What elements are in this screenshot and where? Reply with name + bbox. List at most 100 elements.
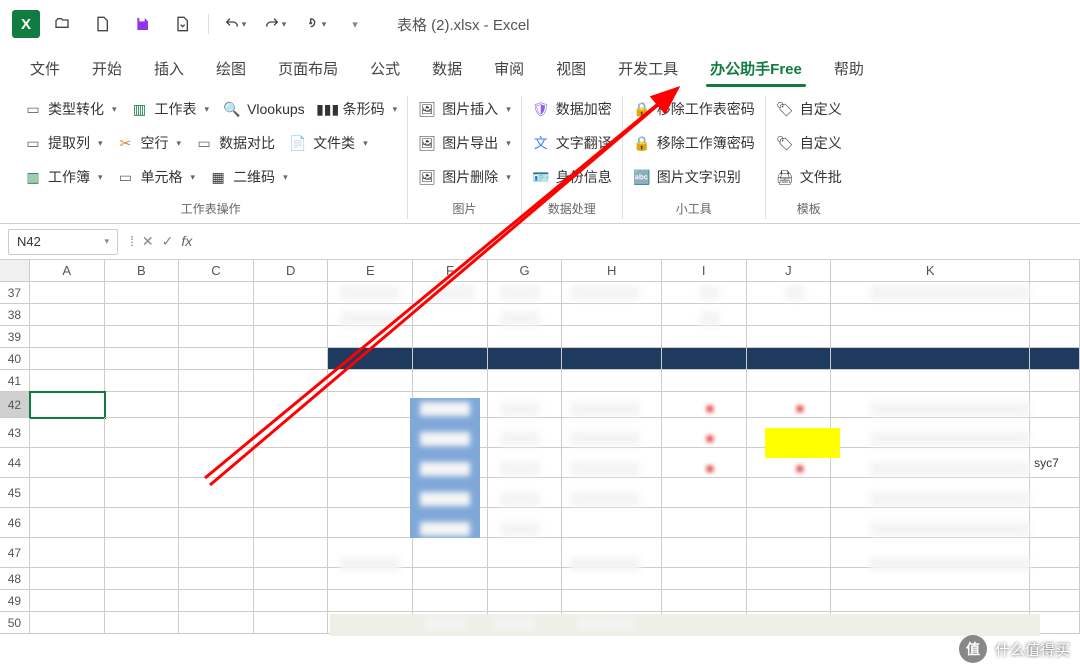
- cell[interactable]: [328, 370, 413, 392]
- cell[interactable]: [30, 282, 105, 304]
- cancel-icon[interactable]: ✕: [142, 233, 154, 250]
- cell[interactable]: [179, 612, 254, 634]
- row-header[interactable]: 48: [0, 568, 30, 590]
- cell[interactable]: [662, 370, 747, 392]
- cell[interactable]: [105, 568, 180, 590]
- cell[interactable]: [413, 448, 488, 478]
- cell[interactable]: [562, 282, 662, 304]
- open-icon[interactable]: [48, 10, 76, 38]
- undo-icon[interactable]: ▾: [221, 10, 249, 38]
- select-all-corner[interactable]: [0, 260, 30, 282]
- cell[interactable]: [105, 304, 180, 326]
- cell[interactable]: [562, 448, 662, 478]
- cell[interactable]: [30, 590, 105, 612]
- cell[interactable]: [105, 348, 180, 370]
- cell[interactable]: [662, 590, 747, 612]
- file-batch-button[interactable]: 🖨文件批: [776, 167, 842, 187]
- cell[interactable]: [30, 370, 105, 392]
- cell[interactable]: [831, 370, 1030, 392]
- cell[interactable]: [30, 478, 105, 508]
- cell[interactable]: [179, 392, 254, 418]
- extract-col-button[interactable]: ▭提取列▾: [24, 133, 103, 153]
- tab-layout[interactable]: 页面布局: [262, 50, 354, 87]
- col-header[interactable]: B: [105, 260, 180, 282]
- cell[interactable]: [254, 448, 329, 478]
- cell[interactable]: [105, 590, 180, 612]
- cell[interactable]: [328, 448, 413, 478]
- cell[interactable]: [662, 568, 747, 590]
- table-row[interactable]: 38: [0, 304, 1080, 326]
- cell[interactable]: [105, 392, 180, 418]
- cell[interactable]: [562, 348, 662, 370]
- workbook-button[interactable]: ▥工作簿▾: [24, 167, 103, 187]
- new-file-icon[interactable]: [88, 10, 116, 38]
- cell[interactable]: [662, 348, 747, 370]
- row-header[interactable]: 50: [0, 612, 30, 634]
- row-header[interactable]: 44: [0, 448, 30, 478]
- cell[interactable]: [30, 508, 105, 538]
- cell[interactable]: [831, 538, 1030, 568]
- cell[interactable]: [254, 326, 329, 348]
- confirm-icon[interactable]: ✓: [162, 233, 174, 250]
- cell[interactable]: [662, 326, 747, 348]
- cell[interactable]: [662, 538, 747, 568]
- table-row[interactable]: 45: [0, 478, 1080, 508]
- cell[interactable]: [488, 282, 563, 304]
- cell[interactable]: [179, 326, 254, 348]
- cell[interactable]: [747, 282, 832, 304]
- table-row[interactable]: 37: [0, 282, 1080, 304]
- row-header[interactable]: 46: [0, 508, 30, 538]
- cell[interactable]: [328, 392, 413, 418]
- cell[interactable]: [30, 418, 105, 448]
- col-header[interactable]: C: [179, 260, 254, 282]
- cell[interactable]: [328, 590, 413, 612]
- cell[interactable]: [1030, 304, 1080, 326]
- file-type-button[interactable]: 📄文件类▾: [289, 133, 368, 153]
- cell[interactable]: [747, 538, 832, 568]
- cell[interactable]: [747, 448, 832, 478]
- cell[interactable]: [179, 448, 254, 478]
- table-row[interactable]: 40: [0, 348, 1080, 370]
- cell[interactable]: [662, 448, 747, 478]
- cell[interactable]: [1030, 478, 1080, 508]
- table-row[interactable]: 41: [0, 370, 1080, 392]
- tab-help[interactable]: 帮助: [818, 50, 880, 87]
- tab-review[interactable]: 审阅: [478, 50, 540, 87]
- tab-draw[interactable]: 绘图: [200, 50, 262, 87]
- row-header[interactable]: 39: [0, 326, 30, 348]
- cell[interactable]: [254, 304, 329, 326]
- cell[interactable]: [1030, 348, 1080, 370]
- cell[interactable]: [831, 282, 1030, 304]
- spreadsheet-grid[interactable]: A B C D E F G H I J K 3738394041424344sy…: [0, 260, 1080, 642]
- cell[interactable]: [179, 304, 254, 326]
- cell[interactable]: [831, 612, 1030, 634]
- cell[interactable]: [562, 326, 662, 348]
- col-header[interactable]: J: [747, 260, 832, 282]
- cell[interactable]: [831, 348, 1030, 370]
- cell[interactable]: [562, 392, 662, 418]
- tab-file[interactable]: 文件: [14, 50, 76, 87]
- row-header[interactable]: 40: [0, 348, 30, 370]
- cell[interactable]: [747, 568, 832, 590]
- cell[interactable]: [413, 304, 488, 326]
- col-header[interactable]: H: [562, 260, 662, 282]
- cell[interactable]: [747, 590, 832, 612]
- row-header[interactable]: 45: [0, 478, 30, 508]
- remove-book-pwd-button[interactable]: 🔒移除工作簿密码: [633, 133, 755, 153]
- tab-office-assistant[interactable]: 办公助手Free: [694, 50, 818, 87]
- cell[interactable]: [831, 590, 1030, 612]
- cell[interactable]: [488, 370, 563, 392]
- cell[interactable]: [413, 418, 488, 448]
- table-row[interactable]: 42: [0, 392, 1080, 418]
- cell[interactable]: [328, 568, 413, 590]
- custom1-button[interactable]: 🏷自定义: [776, 99, 842, 119]
- type-convert-button[interactable]: ▭类型转化▾: [24, 99, 117, 119]
- cell[interactable]: [30, 304, 105, 326]
- cell[interactable]: [179, 418, 254, 448]
- tab-formula[interactable]: 公式: [354, 50, 416, 87]
- col-header[interactable]: D: [254, 260, 329, 282]
- cell[interactable]: [1030, 370, 1080, 392]
- cell[interactable]: [105, 370, 180, 392]
- cell[interactable]: [662, 304, 747, 326]
- cell[interactable]: [179, 370, 254, 392]
